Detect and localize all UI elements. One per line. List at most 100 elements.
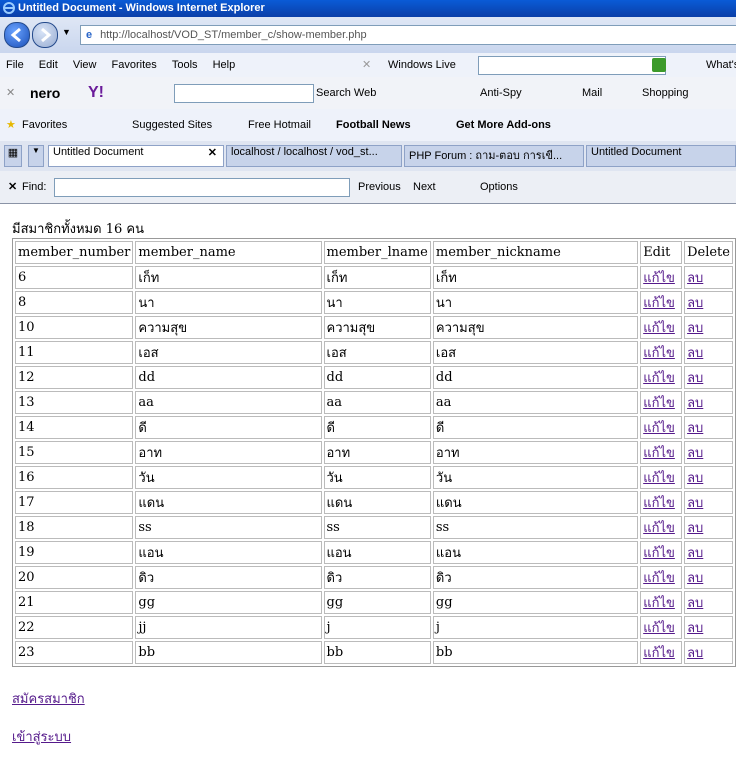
- delete-link[interactable]: ลบ: [687, 546, 703, 561]
- edit-link[interactable]: แก้ไข: [643, 621, 675, 636]
- delete-link[interactable]: ลบ: [687, 621, 703, 636]
- cell-member-nickname: นา: [432, 291, 639, 314]
- anti-spy-button[interactable]: Anti-Spy: [480, 77, 522, 109]
- header-edit: Edit: [640, 241, 683, 264]
- cell-edit: แก้ไข: [640, 516, 683, 539]
- edit-link[interactable]: แก้ไข: [643, 571, 675, 586]
- cell-member-number: 16: [15, 466, 134, 489]
- close-tab-icon[interactable]: ✕: [208, 146, 217, 159]
- cell-member-name: นา: [135, 291, 322, 314]
- favorites-button[interactable]: Favorites: [22, 109, 67, 141]
- address-input[interactable]: e http://localhost/VOD_ST/member_c/show-…: [80, 25, 736, 45]
- close-toolbar-icon[interactable]: ✕: [362, 53, 371, 77]
- delete-link[interactable]: ลบ: [687, 321, 703, 336]
- close-nero-icon[interactable]: ✕: [6, 77, 15, 109]
- delete-link[interactable]: ลบ: [687, 521, 703, 536]
- menu-help[interactable]: Help: [213, 59, 236, 71]
- tab-list-icon[interactable]: ▼: [28, 145, 44, 167]
- table-row: 14 ดี ดี ดี แก้ไข ลบ: [15, 416, 733, 439]
- close-find-icon[interactable]: ✕: [8, 171, 17, 203]
- edit-link[interactable]: แก้ไข: [643, 546, 675, 561]
- history-dropdown-icon[interactable]: ▼: [62, 27, 71, 37]
- delete-link[interactable]: ลบ: [687, 396, 703, 411]
- free-hotmail-link[interactable]: Free Hotmail: [248, 109, 311, 141]
- delete-link[interactable]: ลบ: [687, 446, 703, 461]
- cell-member-name: แอน: [135, 541, 322, 564]
- login-link[interactable]: เข้าสู่ระบบ: [12, 726, 71, 747]
- delete-link[interactable]: ลบ: [687, 646, 703, 661]
- tab-untitled-2[interactable]: Untitled Document: [586, 145, 736, 167]
- cell-member-number: 21: [15, 591, 134, 614]
- menu-view[interactable]: View: [73, 59, 97, 71]
- find-bar: ✕ Find: Previous Next Options: [0, 171, 736, 203]
- football-news-link[interactable]: Football News: [336, 109, 411, 141]
- page-icon: e: [85, 29, 93, 41]
- edit-link[interactable]: แก้ไข: [643, 346, 675, 361]
- cell-member-lname: เอส: [323, 341, 431, 364]
- edit-link[interactable]: แก้ไข: [643, 471, 675, 486]
- table-row: 20 ดิว ดิว ดิว แก้ไข ลบ: [15, 566, 733, 589]
- edit-link[interactable]: แก้ไข: [643, 396, 675, 411]
- find-input[interactable]: [54, 178, 350, 197]
- live-search-icon[interactable]: [652, 58, 666, 72]
- edit-link[interactable]: แก้ไข: [643, 321, 675, 336]
- delete-link[interactable]: ลบ: [687, 346, 703, 361]
- add-ons-link[interactable]: Get More Add-ons: [456, 109, 551, 141]
- tab-php-forum[interactable]: PHP Forum : ถาม-ตอบ การเขี...: [404, 145, 584, 167]
- menu-edit[interactable]: Edit: [39, 59, 58, 71]
- cell-edit: แก้ไข: [640, 466, 683, 489]
- find-next-button[interactable]: Next: [413, 171, 436, 203]
- delete-link[interactable]: ลบ: [687, 496, 703, 511]
- menu-tools[interactable]: Tools: [172, 59, 198, 71]
- delete-link[interactable]: ลบ: [687, 596, 703, 611]
- delete-link[interactable]: ลบ: [687, 271, 703, 286]
- cell-member-nickname: dd: [432, 366, 639, 389]
- tab-phpmyadmin[interactable]: localhost / localhost / vod_st...: [226, 145, 402, 167]
- cell-member-name: ดี: [135, 416, 322, 439]
- quick-tabs-icon[interactable]: ▦: [4, 145, 22, 167]
- yahoo-icon[interactable]: Y!: [88, 77, 104, 109]
- edit-link[interactable]: แก้ไข: [643, 496, 675, 511]
- windows-live-label[interactable]: Windows Live: [388, 53, 456, 77]
- cell-edit: แก้ไข: [640, 416, 683, 439]
- table-row: 11 เอส เอส เอส แก้ไข ลบ: [15, 341, 733, 364]
- delete-link[interactable]: ลบ: [687, 296, 703, 311]
- find-options-button[interactable]: Options: [480, 171, 518, 203]
- suggested-sites-link[interactable]: Suggested Sites: [132, 109, 212, 141]
- delete-link[interactable]: ลบ: [687, 371, 703, 386]
- window-titlebar: Untitled Document - Windows Internet Exp…: [0, 0, 736, 17]
- edit-link[interactable]: แก้ไข: [643, 596, 675, 611]
- mail-button[interactable]: Mail: [582, 77, 602, 109]
- tab-untitled-active[interactable]: Untitled Document ✕: [48, 145, 224, 167]
- address-bar-row: ▼ e http://localhost/VOD_ST/member_c/sho…: [0, 17, 736, 53]
- delete-link[interactable]: ลบ: [687, 571, 703, 586]
- forward-button[interactable]: [32, 22, 58, 48]
- shopping-button[interactable]: Shopping: [642, 77, 689, 109]
- edit-link[interactable]: แก้ไข: [643, 271, 675, 286]
- cell-member-nickname: gg: [432, 591, 639, 614]
- table-row: 17 แดน แดน แดน แก้ไข ลบ: [15, 491, 733, 514]
- find-previous-button[interactable]: Previous: [358, 171, 401, 203]
- edit-link[interactable]: แก้ไข: [643, 446, 675, 461]
- cell-member-lname: ดี: [323, 416, 431, 439]
- back-button[interactable]: [4, 22, 30, 48]
- cell-member-nickname: ดี: [432, 416, 639, 439]
- menu-favorites[interactable]: Favorites: [112, 59, 157, 71]
- register-link[interactable]: สมัครสมาชิก: [12, 688, 85, 709]
- edit-link[interactable]: แก้ไข: [643, 646, 675, 661]
- search-web-button[interactable]: Search Web: [316, 77, 376, 109]
- whats-new-label[interactable]: What's: [706, 53, 736, 77]
- cell-member-nickname: แอน: [432, 541, 639, 564]
- edit-link[interactable]: แก้ไข: [643, 521, 675, 536]
- delete-link[interactable]: ลบ: [687, 421, 703, 436]
- edit-link[interactable]: แก้ไข: [643, 371, 675, 386]
- edit-link[interactable]: แก้ไข: [643, 296, 675, 311]
- menu-file[interactable]: File: [6, 59, 24, 71]
- cell-member-nickname: ดิว: [432, 566, 639, 589]
- edit-link[interactable]: แก้ไข: [643, 421, 675, 436]
- windows-live-search-input[interactable]: [478, 56, 666, 75]
- toolbar-search-input[interactable]: [174, 84, 314, 103]
- cell-member-name: aa: [135, 391, 322, 414]
- cell-member-nickname: เอส: [432, 341, 639, 364]
- delete-link[interactable]: ลบ: [687, 471, 703, 486]
